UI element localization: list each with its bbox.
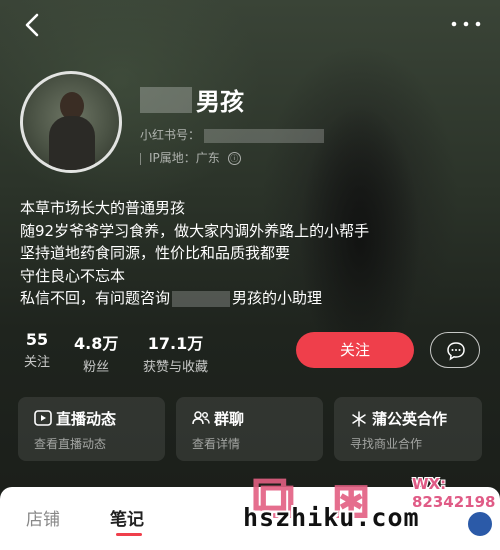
card-subtitle: 查看直播动态: [34, 437, 107, 451]
ip-location-row: IP属地：广东 ⓘ: [140, 149, 241, 166]
back-arrow-icon[interactable]: [20, 12, 46, 38]
card-subtitle: 查看详情: [192, 437, 241, 451]
chat-bubble-icon: [447, 342, 465, 361]
stat-number: 4.8万: [74, 334, 119, 353]
user-id-label: 小红书号：: [140, 128, 201, 142]
avatar-body: [49, 116, 95, 170]
user-id-redaction: [204, 128, 325, 143]
card-subtitle: 寻找商业合作: [350, 437, 423, 451]
bio: 本草市场长大的普通男孩 随92岁爷爷学习食养，做大家内调外养路上的小帮手 坚持道…: [20, 197, 369, 310]
card-title: 群聊: [214, 410, 245, 428]
watermark-badge-icon: [466, 510, 494, 538]
bio-line-suffix: 男孩的小助理: [232, 289, 323, 307]
info-icon[interactable]: ⓘ: [227, 152, 241, 165]
follow-button[interactable]: 关注: [296, 332, 414, 368]
bio-redaction: [172, 290, 231, 307]
bio-line: 守住良心不忘本: [20, 266, 126, 285]
stat-label: 关注: [24, 355, 51, 370]
group-chat-icon: [192, 411, 210, 425]
card-title: 直播动态: [56, 410, 117, 428]
dandelion-icon: [352, 411, 366, 427]
tab-shop[interactable]: 店铺: [26, 505, 60, 530]
card-title: 蒲公英合作: [372, 410, 448, 428]
tab-notes[interactable]: 笔记: [110, 505, 144, 530]
live-icon: [34, 410, 52, 426]
profile-name: 男孩: [196, 88, 244, 116]
watermark-wx-number: 82342198: [412, 493, 496, 511]
name-redaction: [140, 86, 192, 113]
top-bar: [0, 0, 500, 50]
stat-likes-collects[interactable]: 17.1万 获赞与收藏: [143, 330, 208, 375]
dandelion-cooperation-card[interactable]: 蒲公英合作 寻找商业合作: [334, 397, 482, 461]
bio-line-prefix: 私信不回，有问题咨询: [20, 289, 171, 307]
watermark-wx-label: WX:: [412, 475, 447, 493]
bio-line: 私信不回，有问题咨询 男孩的小助理: [20, 287, 369, 310]
watermark-text: hszhiku.com: [243, 503, 420, 532]
stat-followers[interactable]: 4.8万 粉丝: [74, 330, 118, 375]
divider: [140, 152, 141, 165]
bio-line: 本草市场长大的普通男孩: [20, 199, 186, 217]
active-tab-indicator: [116, 533, 142, 536]
avatar[interactable]: [20, 71, 122, 173]
stat-label: 获赞与收藏: [143, 360, 209, 375]
live-dynamics-card[interactable]: 直播动态 查看直播动态: [18, 397, 165, 461]
stat-number: 17.1万: [147, 334, 204, 353]
group-chat-card[interactable]: 群聊 查看详情: [176, 397, 323, 461]
more-options-icon[interactable]: [448, 14, 484, 34]
bio-line: 坚持道地药食同源，性价比和品质我都要: [20, 244, 291, 262]
user-id-row: 小红书号：: [140, 126, 325, 143]
stat-number: 55: [25, 330, 49, 349]
ip-location: IP属地：广东: [149, 151, 220, 165]
stat-following[interactable]: 55 关注: [24, 330, 50, 370]
bio-line: 随92岁爷爷学习食养，做大家内调外养路上的小帮手: [20, 221, 370, 240]
watermark-wx: WX: 82342198: [412, 475, 496, 511]
message-button[interactable]: [430, 332, 480, 368]
profile-name-block: 男孩: [140, 82, 244, 117]
stat-label: 粉丝: [83, 360, 110, 375]
